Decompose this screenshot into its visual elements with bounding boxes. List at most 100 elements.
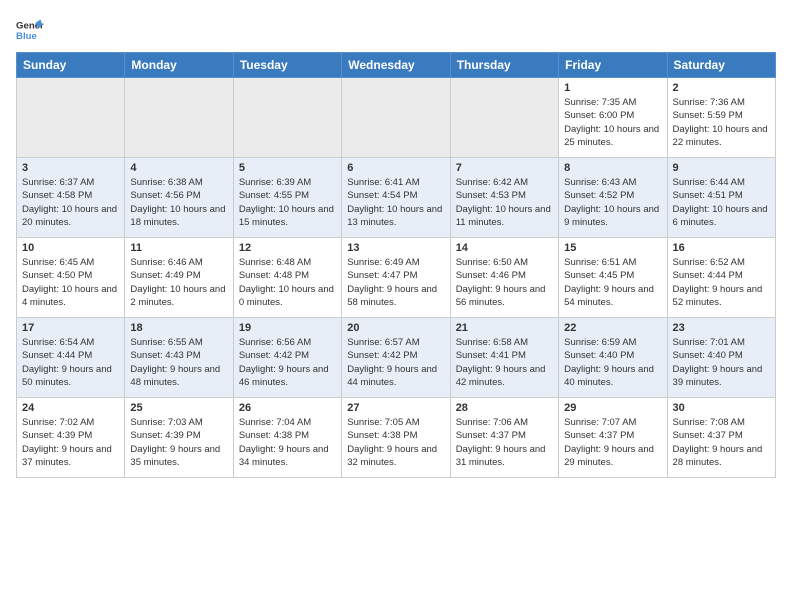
day-info: Sunrise: 6:49 AMSunset: 4:47 PMDaylight:… xyxy=(347,256,444,309)
day-info: Sunrise: 6:38 AMSunset: 4:56 PMDaylight:… xyxy=(130,176,227,229)
day-info: Sunrise: 7:02 AMSunset: 4:39 PMDaylight:… xyxy=(22,416,119,469)
week-row-2: 3 Sunrise: 6:37 AMSunset: 4:58 PMDaylight… xyxy=(17,158,776,238)
page-header: General Blue xyxy=(16,16,776,44)
day-number: 24 xyxy=(22,402,119,414)
week-row-3: 10Sunrise: 6:45 AMSunset: 4:50 PMDayligh… xyxy=(17,238,776,318)
day-info: Sunrise: 7:07 AMSunset: 4:37 PMDaylight:… xyxy=(564,416,661,469)
day-number: 3 xyxy=(22,162,119,174)
day-info: Sunrise: 6:54 AMSunset: 4:44 PMDaylight:… xyxy=(22,336,119,389)
week-row-1: 1 Sunrise: 7:35 AMSunset: 6:00 PMDaylight… xyxy=(17,78,776,158)
day-number: 9 xyxy=(673,162,770,174)
day-info: Sunrise: 6:59 AMSunset: 4:40 PMDaylight:… xyxy=(564,336,661,389)
day-cell: 25 Sunrise: 7:03 AMSunset: 4:39 PMDayligh… xyxy=(125,398,233,478)
weekday-header-tuesday: Tuesday xyxy=(233,53,341,78)
day-number: 4 xyxy=(130,162,227,174)
day-cell: 19Sunrise: 6:56 AMSunset: 4:42 PMDayligh… xyxy=(233,318,341,398)
day-info: Sunrise: 6:48 AMSunset: 4:48 PMDaylight:… xyxy=(239,256,336,309)
week-row-4: 17 Sunrise: 6:54 AMSunset: 4:44 PMDayligh… xyxy=(17,318,776,398)
day-cell: 10Sunrise: 6:45 AMSunset: 4:50 PMDayligh… xyxy=(17,238,125,318)
day-info: Sunrise: 6:41 AMSunset: 4:54 PMDaylight:… xyxy=(347,176,444,229)
day-cell xyxy=(342,78,450,158)
day-number: 13 xyxy=(347,242,444,254)
day-cell: 8Sunrise: 6:43 AMSunset: 4:52 PMDaylight… xyxy=(559,158,667,238)
day-cell: 21 Sunrise: 6:58 AMSunset: 4:41 PMDayligh… xyxy=(450,318,558,398)
day-cell: 28 Sunrise: 7:06 AMSunset: 4:37 PMDayligh… xyxy=(450,398,558,478)
day-cell: 14 Sunrise: 6:50 AMSunset: 4:46 PMDayligh… xyxy=(450,238,558,318)
day-cell: 18 Sunrise: 6:55 AMSunset: 4:43 PMDayligh… xyxy=(125,318,233,398)
day-cell: 4 Sunrise: 6:38 AMSunset: 4:56 PMDaylight… xyxy=(125,158,233,238)
day-number: 17 xyxy=(22,322,119,334)
day-number: 11 xyxy=(130,242,227,254)
day-cell: 30 Sunrise: 7:08 AMSunset: 4:37 PMDayligh… xyxy=(667,398,775,478)
weekday-header-sunday: Sunday xyxy=(17,53,125,78)
weekday-header-friday: Friday xyxy=(559,53,667,78)
day-cell xyxy=(233,78,341,158)
day-cell: 20 Sunrise: 6:57 AMSunset: 4:42 PMDayligh… xyxy=(342,318,450,398)
day-number: 28 xyxy=(456,402,553,414)
week-row-5: 24 Sunrise: 7:02 AMSunset: 4:39 PMDayligh… xyxy=(17,398,776,478)
day-info: Sunrise: 7:01 AMSunset: 4:40 PMDaylight:… xyxy=(673,336,770,389)
weekday-header-thursday: Thursday xyxy=(450,53,558,78)
day-info: Sunrise: 6:39 AMSunset: 4:55 PMDaylight:… xyxy=(239,176,336,229)
day-number: 14 xyxy=(456,242,553,254)
day-number: 20 xyxy=(347,322,444,334)
day-number: 27 xyxy=(347,402,444,414)
day-cell: 2 Sunrise: 7:36 AMSunset: 5:59 PMDaylight… xyxy=(667,78,775,158)
day-info: Sunrise: 6:57 AMSunset: 4:42 PMDaylight:… xyxy=(347,336,444,389)
day-info: Sunrise: 6:56 AMSunset: 4:42 PMDaylight:… xyxy=(239,336,336,389)
day-number: 25 xyxy=(130,402,227,414)
weekday-header-row: SundayMondayTuesdayWednesdayThursdayFrid… xyxy=(17,53,776,78)
day-info: Sunrise: 7:06 AMSunset: 4:37 PMDaylight:… xyxy=(456,416,553,469)
day-cell: 7Sunrise: 6:42 AMSunset: 4:53 PMDaylight… xyxy=(450,158,558,238)
day-cell: 24 Sunrise: 7:02 AMSunset: 4:39 PMDayligh… xyxy=(17,398,125,478)
day-cell: 11 Sunrise: 6:46 AMSunset: 4:49 PMDayligh… xyxy=(125,238,233,318)
day-info: Sunrise: 7:05 AMSunset: 4:38 PMDaylight:… xyxy=(347,416,444,469)
day-cell: 12 Sunrise: 6:48 AMSunset: 4:48 PMDayligh… xyxy=(233,238,341,318)
day-info: Sunrise: 7:36 AMSunset: 5:59 PMDaylight:… xyxy=(673,96,770,149)
day-info: Sunrise: 6:50 AMSunset: 4:46 PMDaylight:… xyxy=(456,256,553,309)
day-info: Sunrise: 7:35 AMSunset: 6:00 PMDaylight:… xyxy=(564,96,661,149)
day-number: 30 xyxy=(673,402,770,414)
day-number: 22 xyxy=(564,322,661,334)
weekday-header-wednesday: Wednesday xyxy=(342,53,450,78)
day-number: 16 xyxy=(673,242,770,254)
day-info: Sunrise: 6:51 AMSunset: 4:45 PMDaylight:… xyxy=(564,256,661,309)
day-info: Sunrise: 7:04 AMSunset: 4:38 PMDaylight:… xyxy=(239,416,336,469)
day-cell xyxy=(450,78,558,158)
day-number: 5 xyxy=(239,162,336,174)
day-cell: 5 Sunrise: 6:39 AMSunset: 4:55 PMDaylight… xyxy=(233,158,341,238)
weekday-header-monday: Monday xyxy=(125,53,233,78)
day-info: Sunrise: 6:52 AMSunset: 4:44 PMDaylight:… xyxy=(673,256,770,309)
day-info: Sunrise: 6:58 AMSunset: 4:41 PMDaylight:… xyxy=(456,336,553,389)
day-info: Sunrise: 6:46 AMSunset: 4:49 PMDaylight:… xyxy=(130,256,227,309)
day-number: 7 xyxy=(456,162,553,174)
day-cell: 15Sunrise: 6:51 AMSunset: 4:45 PMDayligh… xyxy=(559,238,667,318)
day-number: 21 xyxy=(456,322,553,334)
day-cell: 23Sunrise: 7:01 AMSunset: 4:40 PMDayligh… xyxy=(667,318,775,398)
day-cell: 17 Sunrise: 6:54 AMSunset: 4:44 PMDayligh… xyxy=(17,318,125,398)
day-cell: 27 Sunrise: 7:05 AMSunset: 4:38 PMDayligh… xyxy=(342,398,450,478)
day-cell: 26 Sunrise: 7:04 AMSunset: 4:38 PMDayligh… xyxy=(233,398,341,478)
day-info: Sunrise: 6:37 AMSunset: 4:58 PMDaylight:… xyxy=(22,176,119,229)
day-cell: 22 Sunrise: 6:59 AMSunset: 4:40 PMDayligh… xyxy=(559,318,667,398)
day-info: Sunrise: 7:08 AMSunset: 4:37 PMDaylight:… xyxy=(673,416,770,469)
day-cell: 3 Sunrise: 6:37 AMSunset: 4:58 PMDaylight… xyxy=(17,158,125,238)
day-cell xyxy=(17,78,125,158)
day-cell: 9 Sunrise: 6:44 AMSunset: 4:51 PMDaylight… xyxy=(667,158,775,238)
day-number: 18 xyxy=(130,322,227,334)
day-info: Sunrise: 6:55 AMSunset: 4:43 PMDaylight:… xyxy=(130,336,227,389)
svg-text:Blue: Blue xyxy=(16,31,37,42)
day-number: 26 xyxy=(239,402,336,414)
day-number: 12 xyxy=(239,242,336,254)
day-cell: 29Sunrise: 7:07 AMSunset: 4:37 PMDayligh… xyxy=(559,398,667,478)
day-info: Sunrise: 7:03 AMSunset: 4:39 PMDaylight:… xyxy=(130,416,227,469)
day-number: 1 xyxy=(564,82,661,94)
day-cell: 13 Sunrise: 6:49 AMSunset: 4:47 PMDayligh… xyxy=(342,238,450,318)
day-cell: 6 Sunrise: 6:41 AMSunset: 4:54 PMDaylight… xyxy=(342,158,450,238)
day-info: Sunrise: 6:44 AMSunset: 4:51 PMDaylight:… xyxy=(673,176,770,229)
day-number: 6 xyxy=(347,162,444,174)
day-number: 10 xyxy=(22,242,119,254)
day-number: 2 xyxy=(673,82,770,94)
day-number: 8 xyxy=(564,162,661,174)
day-cell: 1 Sunrise: 7:35 AMSunset: 6:00 PMDaylight… xyxy=(559,78,667,158)
